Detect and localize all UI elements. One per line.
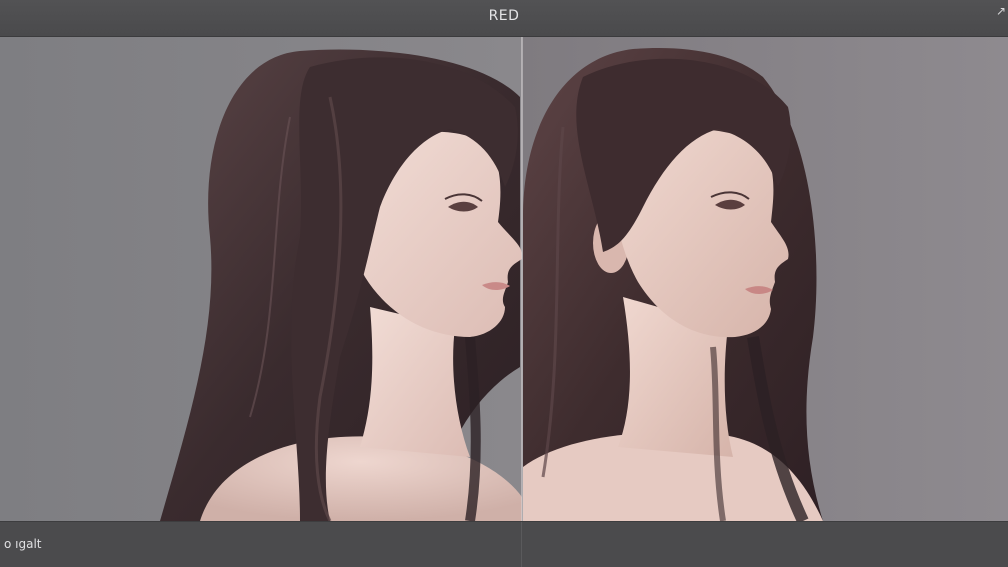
- left-image-panel[interactable]: [0, 37, 522, 521]
- app-window: RED ↗ o ıgalt: [0, 0, 1008, 567]
- status-text: o ıgalt: [4, 537, 42, 551]
- window-title: RED: [488, 8, 520, 24]
- status-divider: [521, 522, 522, 567]
- status-bar: o ıgalt: [0, 521, 1008, 567]
- image-comparison-viewer: [0, 37, 1008, 521]
- left-portrait-image: [0, 37, 522, 521]
- title-bar: RED ↗: [0, 0, 1008, 37]
- right-image-panel[interactable]: [523, 37, 1008, 521]
- right-portrait-image: [523, 37, 1008, 521]
- pin-icon[interactable]: ↗: [996, 5, 1006, 17]
